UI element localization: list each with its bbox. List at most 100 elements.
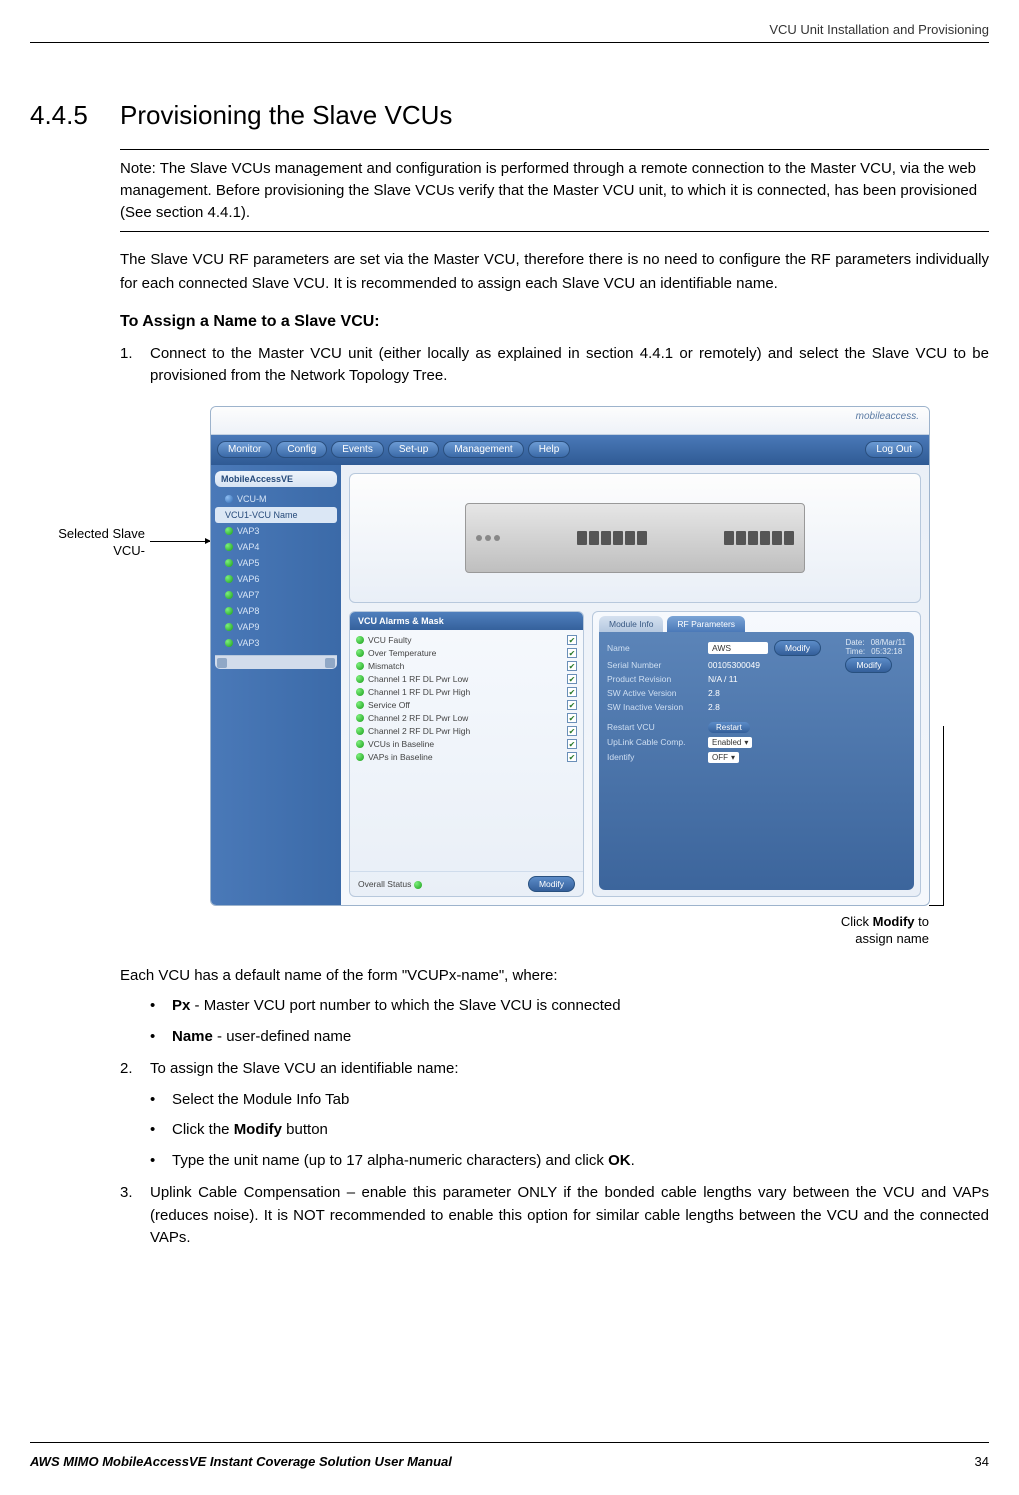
port-icon <box>577 531 587 545</box>
alarm-row: VCU Faulty✔ <box>356 634 577 647</box>
mask-checkbox[interactable]: ✔ <box>567 739 577 749</box>
info-row-si: SW Inactive Version2.8 <box>607 700 906 714</box>
status-dot-icon <box>225 559 233 567</box>
nav-monitor[interactable]: Monitor <box>217 441 272 458</box>
para-rf: The Slave VCU RF parameters are set via … <box>120 248 989 295</box>
section-title: Provisioning the Slave VCUs <box>120 100 452 130</box>
name-input[interactable]: AWS <box>708 642 768 654</box>
status-dot-icon <box>225 623 233 631</box>
sidebar-item-vap3b[interactable]: VAP3 <box>215 635 337 651</box>
callout-line-right <box>943 726 944 906</box>
port-icon <box>613 531 623 545</box>
sidebar-item-vcu-m[interactable]: VCU-M <box>215 491 337 507</box>
ss-main: VCU Alarms & Mask VCU Faulty✔ Over Tempe… <box>341 465 929 905</box>
section-heading: 4.4.5Provisioning the Slave VCUs <box>30 100 989 131</box>
status-dot-icon <box>356 714 364 722</box>
ss-sidebar: MobileAccessVE VCU-M VCU1-VCU Name VAP3 … <box>211 465 341 905</box>
status-dot-icon <box>356 636 364 644</box>
header-rule <box>30 42 989 43</box>
restart-button[interactable]: Restart <box>708 722 750 733</box>
nav-config[interactable]: Config <box>276 441 327 458</box>
step-3-body: Uplink Cable Compensation – enable this … <box>150 1182 989 1250</box>
led-icon <box>494 535 500 541</box>
port-icon <box>601 531 611 545</box>
sidebar-item-vap7[interactable]: VAP7 <box>215 587 337 603</box>
port-icon <box>637 531 647 545</box>
step-2-body: To assign the Slave VCU an identifiable … <box>150 1058 989 1081</box>
mask-checkbox[interactable]: ✔ <box>567 713 577 723</box>
mask-checkbox[interactable]: ✔ <box>567 674 577 684</box>
step-2: 2. To assign the Slave VCU an identifiab… <box>120 1058 989 1081</box>
bullet-type-name: • Type the unit name (up to 17 alpha-num… <box>150 1150 989 1173</box>
ss-topbar: mobileaccess. <box>211 407 929 435</box>
nav-setup[interactable]: Set-up <box>388 441 439 458</box>
alarm-row: Channel 2 RF DL Pwr High✔ <box>356 725 577 738</box>
sidebar-item-vap8[interactable]: VAP8 <box>215 603 337 619</box>
port-icon <box>748 531 758 545</box>
alarms-modify-button[interactable]: Modify <box>528 876 575 892</box>
led-icon <box>476 535 482 541</box>
status-dot-icon <box>225 543 233 551</box>
mask-checkbox[interactable]: ✔ <box>567 648 577 658</box>
sidebar-item-vap4[interactable]: VAP4 <box>215 539 337 555</box>
status-dot-icon <box>225 495 233 503</box>
sidebar-item-vap5[interactable]: VAP5 <box>215 555 337 571</box>
bullet-icon: • <box>150 1026 172 1049</box>
identify-select[interactable]: OFF ▾ <box>708 752 739 763</box>
sidebar-title: MobileAccessVE <box>215 471 337 487</box>
status-dot-icon <box>356 753 364 761</box>
device-image-panel <box>349 473 921 603</box>
ss-navbar: Monitor Config Events Set-up Management … <box>211 435 929 465</box>
bullet-name: • Name - user-defined name <box>150 1026 989 1049</box>
sidebar-item-vcu1[interactable]: VCU1-VCU Name <box>215 507 337 523</box>
led-icon <box>485 535 491 541</box>
sidebar-item-vap9[interactable]: VAP9 <box>215 619 337 635</box>
name-modify-button[interactable]: Modify <box>774 640 821 656</box>
callout-arrow-left <box>150 541 210 542</box>
nav-events[interactable]: Events <box>331 441 384 458</box>
port-icon <box>724 531 734 545</box>
nav-help[interactable]: Help <box>528 441 571 458</box>
callout-left-l1: Selected Slave <box>58 526 145 541</box>
footer-left: AWS MIMO MobileAccessVE Instant Coverage… <box>30 1454 452 1469</box>
bullet-icon: • <box>150 995 172 1018</box>
callout-modify: Click Modify to assign name <box>841 914 929 948</box>
mask-checkbox[interactable]: ✔ <box>567 752 577 762</box>
para-default-name: Each VCU has a default name of the form … <box>120 964 989 987</box>
mask-checkbox[interactable]: ✔ <box>567 726 577 736</box>
note-rule-bot <box>120 231 989 232</box>
sidebar-item-vap3[interactable]: VAP3 <box>215 523 337 539</box>
footer-rule <box>30 1442 989 1443</box>
port-icon <box>784 531 794 545</box>
ucc-select[interactable]: Enabled ▾ <box>708 737 752 748</box>
status-dot-icon <box>225 527 233 535</box>
datetime-modify-button[interactable]: Modify <box>845 657 892 673</box>
step-1-body: Connect to the Master VCU unit (either l… <box>150 343 989 388</box>
ss-panels: VCU Alarms & Mask VCU Faulty✔ Over Tempe… <box>349 611 921 897</box>
note-text: Note: The Slave VCUs management and conf… <box>120 158 989 223</box>
port-icon <box>736 531 746 545</box>
info-row-restart: Restart VCURestart <box>607 720 906 735</box>
mask-checkbox[interactable]: ✔ <box>567 687 577 697</box>
sidebar-scrollbar[interactable] <box>215 655 337 669</box>
section-number: 4.4.5 <box>30 100 120 131</box>
info-row-ucc: UpLink Cable Comp.Enabled ▾ <box>607 735 906 750</box>
sidebar-item-vap6[interactable]: VAP6 <box>215 571 337 587</box>
content: 4.4.5Provisioning the Slave VCUs Note: T… <box>30 100 989 1250</box>
alarm-row: Channel 2 RF DL Pwr Low✔ <box>356 712 577 725</box>
mask-checkbox[interactable]: ✔ <box>567 635 577 645</box>
bullet-icon: • <box>150 1089 172 1112</box>
status-dot-icon <box>356 701 364 709</box>
mask-checkbox[interactable]: ✔ <box>567 661 577 671</box>
callout-selected-slave: Selected Slave VCU- <box>35 526 145 560</box>
nav-logout[interactable]: Log Out <box>865 441 923 458</box>
tab-rf-parameters[interactable]: RF Parameters <box>667 616 745 632</box>
note-rule-top <box>120 149 989 150</box>
status-dot-icon <box>356 675 364 683</box>
tab-module-info[interactable]: Module Info <box>599 616 663 632</box>
mask-checkbox[interactable]: ✔ <box>567 700 577 710</box>
nav-management[interactable]: Management <box>443 441 523 458</box>
alarm-row: Channel 1 RF DL Pwr Low✔ <box>356 673 577 686</box>
status-dot-icon <box>356 740 364 748</box>
hw-ports-b <box>724 531 794 545</box>
